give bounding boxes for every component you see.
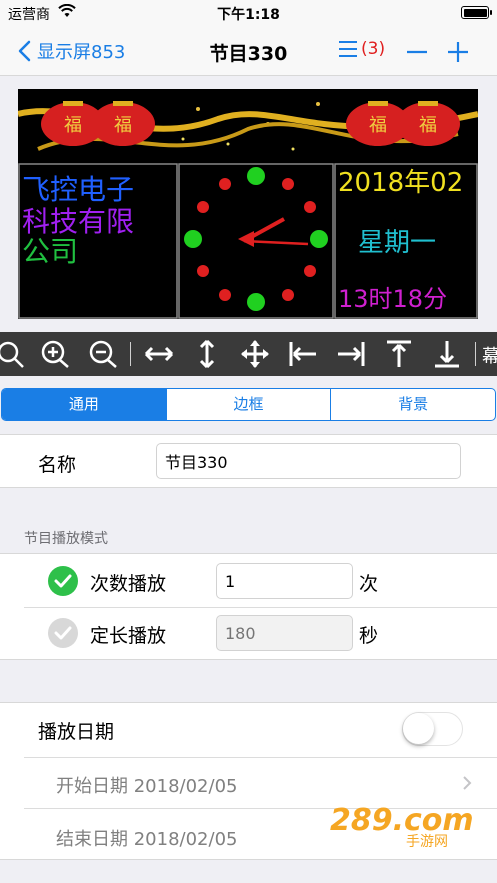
toolbar-separator xyxy=(130,342,131,366)
align-right-icon[interactable] xyxy=(336,340,366,368)
zoom-in-icon[interactable] xyxy=(40,340,70,368)
name-input[interactable] xyxy=(156,443,461,479)
navigation-bar: 显示屏853 节目330 (3) xyxy=(0,26,497,76)
svg-text:福: 福 xyxy=(419,115,437,136)
settings-tabs: 通用 边框 背景 xyxy=(1,388,496,421)
stretch-vertical-icon[interactable] xyxy=(192,340,222,368)
led-preview[interactable]: 福 福 福 福 飞控电子 科技有限 公司 2018年02 星期一 13时18分 xyxy=(18,89,478,319)
screen-tool-button[interactable]: 幕 xyxy=(482,342,497,368)
play-date-toggle[interactable] xyxy=(402,712,463,746)
program-list-button[interactable]: (3) xyxy=(338,39,385,59)
play-date-label: 播放日期 xyxy=(38,721,115,743)
tab-background[interactable]: 背景 xyxy=(331,389,495,420)
count-unit-label: 次 xyxy=(359,573,379,595)
name-section: 名称 xyxy=(0,434,497,488)
preview-text-line-3: 公司 xyxy=(22,235,78,268)
svg-text:福: 福 xyxy=(369,115,387,136)
toggle-knob xyxy=(403,713,434,744)
stretch-horizontal-icon[interactable] xyxy=(144,340,174,368)
zoom-out-icon[interactable] xyxy=(88,340,118,368)
status-time: 下午1:18 xyxy=(217,7,280,23)
count-mode-label: 次数播放 xyxy=(90,573,167,595)
align-left-icon[interactable] xyxy=(288,340,318,368)
search-icon[interactable] xyxy=(0,340,26,368)
site-watermark-logo: 289.com 手游网 xyxy=(330,803,474,850)
align-bottom-icon[interactable] xyxy=(432,340,462,368)
plus-icon[interactable] xyxy=(446,40,470,64)
start-date-row[interactable]: 开始日期 2018/02/05 xyxy=(56,772,237,798)
play-duration-input[interactable] xyxy=(216,615,353,651)
minus-icon[interactable] xyxy=(405,40,429,64)
battery-icon xyxy=(461,6,492,19)
duration-unit-label: 秒 xyxy=(359,625,379,647)
preview-text-line-2: 科技有限 xyxy=(22,205,134,238)
tab-border[interactable]: 边框 xyxy=(167,389,332,420)
end-date-row[interactable]: 结束日期 2018/02/05 xyxy=(56,825,237,851)
preview-time: 13时18分 xyxy=(338,285,447,313)
checkmark-icon xyxy=(54,574,72,588)
svg-text:289.com: 289.com xyxy=(330,803,474,838)
svg-text:手游网: 手游网 xyxy=(406,834,448,850)
list-icon xyxy=(339,41,357,57)
move-icon[interactable] xyxy=(240,340,270,368)
svg-text:福: 福 xyxy=(114,115,132,136)
svg-text:福: 福 xyxy=(64,115,82,136)
play-mode-header: 节目播放模式 xyxy=(24,531,108,547)
analog-clock xyxy=(184,167,328,311)
status-bar: 运营商 下午1:18 xyxy=(0,0,497,26)
preview-text-line-1: 飞控电子 xyxy=(22,173,134,206)
program-count-badge: (3) xyxy=(361,39,386,59)
duration-mode-checkbox[interactable] xyxy=(48,618,78,648)
preview-date: 2018年02 xyxy=(338,168,463,198)
count-mode-checkbox[interactable] xyxy=(48,566,78,596)
preview-weekday: 星期一 xyxy=(358,228,436,258)
row-divider xyxy=(24,757,497,758)
chevron-right-icon xyxy=(463,776,472,790)
toolbar-separator xyxy=(475,342,476,366)
play-count-input[interactable] xyxy=(216,563,353,599)
checkmark-icon xyxy=(54,626,72,640)
row-divider xyxy=(24,607,497,608)
duration-mode-label: 定长播放 xyxy=(90,625,167,647)
play-mode-section: 次数播放 次 定长播放 秒 xyxy=(0,553,497,660)
name-label: 名称 xyxy=(38,454,77,476)
align-top-icon[interactable] xyxy=(384,340,414,368)
tab-general[interactable]: 通用 xyxy=(2,389,167,420)
edit-toolbar: 幕 xyxy=(0,332,497,376)
